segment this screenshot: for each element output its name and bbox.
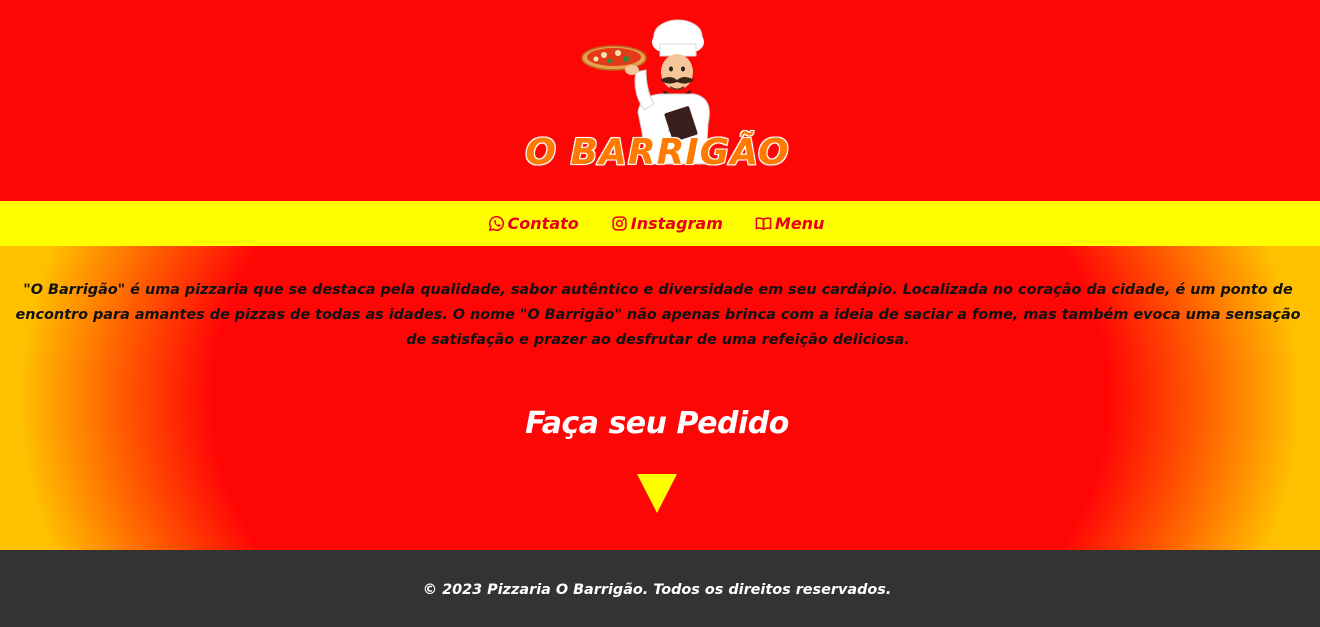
logo[interactable]: O BARRIGÃO — [520, 14, 795, 176]
nav-item-label: Instagram — [630, 214, 723, 233]
main-section: "O Barrigão" é uma pizzaria que se desta… — [0, 246, 1320, 550]
nav-item-label: Contato — [507, 214, 579, 233]
copyright-text: © 2023 Pizzaria O Barrigão. Todos os dir… — [422, 582, 892, 598]
logo-text: O BARRIGÃO — [524, 131, 790, 174]
intro-paragraph: "O Barrigão" é uma pizzaria que se desta… — [15, 282, 1301, 348]
triangle-down-icon[interactable] — [637, 474, 677, 513]
nav-item-instagram[interactable]: Instagram — [611, 214, 723, 233]
whatsapp-icon — [488, 215, 504, 232]
book-open-icon — [755, 217, 772, 230]
nav-item-menu[interactable]: Menu — [755, 214, 825, 233]
nav-bar: Contato Instagram Menu — [0, 201, 1320, 246]
instagram-icon — [612, 216, 627, 231]
nav-item-label: Menu — [774, 214, 825, 233]
nav-item-contato[interactable]: Contato — [488, 214, 579, 233]
footer: © 2023 Pizzaria O Barrigão. Todos os dir… — [0, 550, 1320, 627]
header: O BARRIGÃO — [0, 0, 1320, 201]
order-title: Faça seu Pedido — [525, 406, 789, 441]
